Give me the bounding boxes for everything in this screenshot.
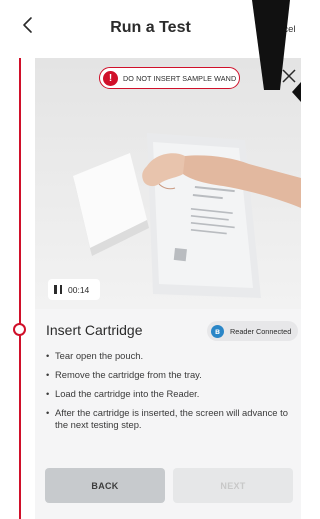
bluetooth-icon: ʙ (211, 324, 224, 338)
instruction-item: After the cartridge is inserted, the scr… (46, 407, 296, 430)
warning-text: DO NOT INSERT SAMPLE WAND (123, 73, 237, 83)
progress-timeline (19, 58, 21, 519)
back-button[interactable]: BACK (45, 468, 165, 503)
instruction-item: Load the cartridge into the Reader. (46, 388, 296, 400)
instruction-list: Tear open the pouch. Remove the cartridg… (46, 350, 296, 438)
instruction-item: Remove the cartridge from the tray. (46, 369, 296, 381)
reader-status-text: Reader Connected (230, 326, 292, 336)
alert-icon: ! (103, 70, 118, 86)
cancel-button[interactable]: Cancel (266, 24, 296, 35)
reader-status-badge: ʙ Reader Connected (207, 321, 298, 341)
close-icon[interactable] (279, 66, 299, 86)
step-card: ! DO NOT INSERT SAMPLE WAND 00:14 Insert… (35, 58, 301, 519)
video-frame (73, 133, 301, 298)
instruction-video[interactable]: ! DO NOT INSERT SAMPLE WAND 00:14 (35, 58, 301, 309)
page-title: Run a Test (110, 19, 191, 36)
warning-banner: ! DO NOT INSERT SAMPLE WAND (99, 67, 240, 89)
step-title: Insert Cartridge (46, 322, 143, 338)
timer-text: 00:14 (68, 284, 90, 295)
navigation-bar: Run a Test Cancel (0, 0, 301, 48)
next-button[interactable]: NEXT (173, 468, 293, 503)
video-timer[interactable]: 00:14 (48, 279, 100, 300)
timeline-step-marker (13, 323, 26, 336)
instruction-item: Tear open the pouch. (46, 350, 296, 362)
pause-icon (54, 285, 62, 294)
